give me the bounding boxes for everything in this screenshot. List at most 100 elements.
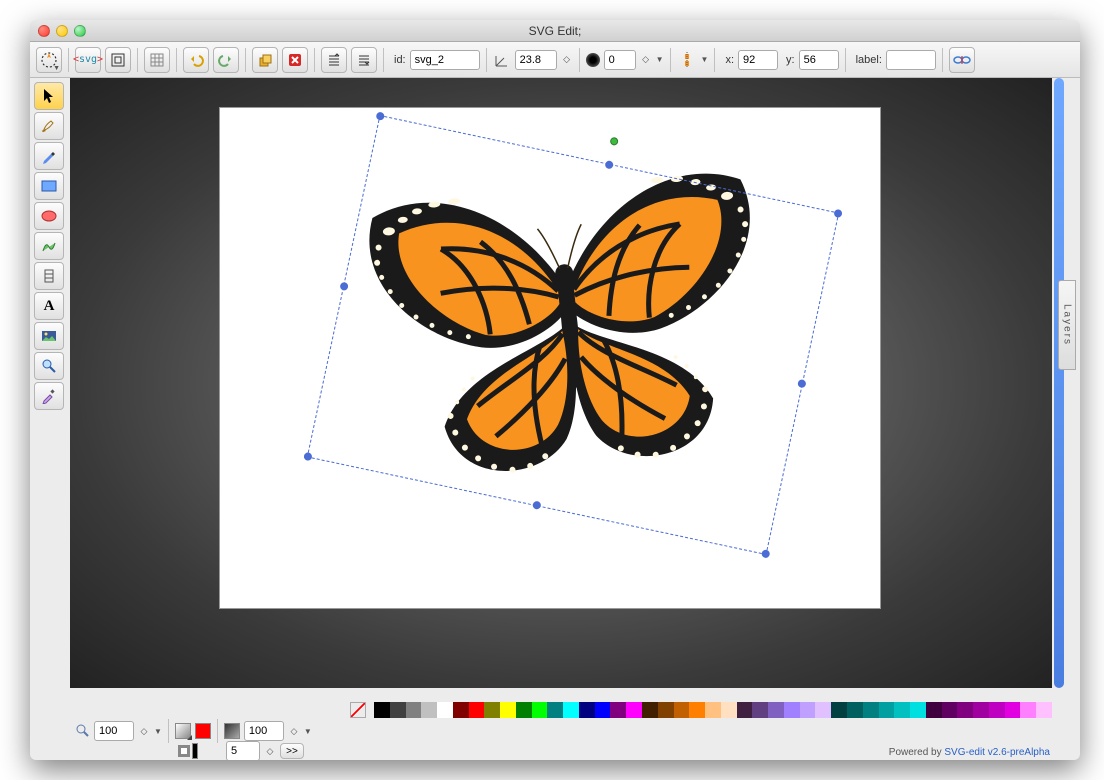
redo-button[interactable] (213, 47, 239, 73)
palette-swatch[interactable] (973, 702, 989, 718)
palette-swatch[interactable] (863, 702, 879, 718)
palette-swatch[interactable] (610, 702, 626, 718)
palette-swatch[interactable] (500, 702, 516, 718)
resize-handle-w[interactable] (339, 282, 348, 291)
layers-panel-toggle[interactable]: Layers (1058, 280, 1076, 370)
eyedropper-tool[interactable] (34, 382, 64, 410)
palette-swatch[interactable] (705, 702, 721, 718)
path-tool[interactable] (34, 232, 64, 260)
palette-swatch[interactable] (847, 702, 863, 718)
y-input[interactable] (799, 50, 839, 70)
stroke-gradient-icon[interactable] (224, 723, 240, 739)
palette-swatch[interactable] (989, 702, 1005, 718)
wireframe-button[interactable] (105, 47, 131, 73)
stroke-opacity-dropdown[interactable]: ▼ (304, 727, 312, 736)
palette-swatch[interactable] (421, 702, 437, 718)
close-window-button[interactable] (38, 25, 50, 37)
move-top-button[interactable] (321, 47, 347, 73)
grid-button[interactable] (144, 47, 170, 73)
resize-handle-sw[interactable] (303, 452, 312, 461)
palette-swatch[interactable] (800, 702, 816, 718)
palette-swatch[interactable] (831, 702, 847, 718)
palette-swatch[interactable] (879, 702, 895, 718)
palette-swatch[interactable] (689, 702, 705, 718)
angle-input[interactable] (515, 50, 557, 70)
text-tool[interactable]: A (34, 292, 64, 320)
minimize-window-button[interactable] (56, 25, 68, 37)
vertical-scrollbar[interactable] (1054, 78, 1064, 688)
palette-swatch[interactable] (595, 702, 611, 718)
palette-swatch[interactable] (437, 702, 453, 718)
stroke-black-swatch[interactable] (192, 743, 198, 759)
palette-swatch[interactable] (815, 702, 831, 718)
palette-swatch[interactable] (942, 702, 958, 718)
palette-swatch[interactable] (484, 702, 500, 718)
move-bottom-button[interactable] (351, 47, 377, 73)
main-menu-button[interactable]: ▼ (36, 47, 62, 73)
rect-tool[interactable] (34, 172, 64, 200)
footer-link[interactable]: SVG-edit v2.6-preAlpha (944, 747, 1050, 758)
palette-swatch[interactable] (768, 702, 784, 718)
palette-swatch[interactable] (453, 702, 469, 718)
palette-swatch[interactable] (374, 702, 390, 718)
palette-swatch[interactable] (784, 702, 800, 718)
resize-handle-n[interactable] (604, 160, 613, 169)
palette-swatch[interactable] (721, 702, 737, 718)
delete-button[interactable] (282, 47, 308, 73)
palette-swatch[interactable] (658, 702, 674, 718)
palette-swatch[interactable] (1020, 702, 1036, 718)
palette-swatch[interactable] (1036, 702, 1052, 718)
link-button[interactable] (949, 47, 975, 73)
palette-swatch[interactable] (642, 702, 658, 718)
zoom-tool[interactable] (34, 352, 64, 380)
resize-handle-nw[interactable] (376, 111, 385, 120)
palette-swatch[interactable] (390, 702, 406, 718)
image-tool[interactable] (34, 322, 64, 350)
stroke-width-input[interactable] (226, 741, 260, 760)
ellipse-tool[interactable] (34, 202, 64, 230)
blur-input[interactable] (604, 50, 636, 70)
angle-spinner[interactable]: ◇ (561, 54, 573, 65)
palette-swatch[interactable] (563, 702, 579, 718)
palette-swatch[interactable] (674, 702, 690, 718)
shapelib-tool[interactable] (34, 262, 64, 290)
palette-swatch[interactable] (910, 702, 926, 718)
palette-swatch[interactable] (752, 702, 768, 718)
palette-swatch[interactable] (406, 702, 422, 718)
blur-dropdown[interactable]: ▼ (656, 55, 664, 64)
stroke-dash-button[interactable]: >> (280, 743, 304, 759)
palette-swatch[interactable] (626, 702, 642, 718)
palette-swatch[interactable] (1005, 702, 1021, 718)
svg-canvas[interactable] (220, 108, 880, 608)
no-color-swatch[interactable] (350, 702, 366, 718)
stroke-opacity-spinner[interactable]: ◇ (288, 726, 300, 737)
label-input[interactable] (886, 50, 936, 70)
resize-handle-se[interactable] (761, 549, 770, 558)
palette-swatch[interactable] (957, 702, 973, 718)
palette-swatch[interactable] (737, 702, 753, 718)
palette-swatch[interactable] (532, 702, 548, 718)
select-tool[interactable] (34, 82, 64, 110)
align-dropdown[interactable]: ▼ (701, 55, 709, 64)
palette-swatch[interactable] (469, 702, 485, 718)
pencil-tool[interactable] (34, 112, 64, 140)
clone-button[interactable] (252, 47, 278, 73)
zoom-dropdown[interactable]: ▼ (154, 727, 162, 736)
pen-tool[interactable] (34, 142, 64, 170)
blur-spinner[interactable]: ◇ (640, 54, 652, 65)
id-input[interactable] (410, 50, 480, 70)
palette-swatch[interactable] (516, 702, 532, 718)
palette-swatch[interactable] (579, 702, 595, 718)
palette-swatch[interactable] (547, 702, 563, 718)
edit-source-button[interactable]: <svg> (75, 47, 101, 73)
zoom-input[interactable] (94, 721, 134, 741)
palette-swatch[interactable] (926, 702, 942, 718)
stroke-opacity-input[interactable] (244, 721, 284, 741)
fill-color-swatch[interactable] (195, 723, 211, 739)
workarea[interactable] (70, 78, 1052, 688)
resize-handle-ne[interactable] (833, 209, 842, 218)
stroke-width-spinner[interactable]: ◇ (264, 746, 276, 757)
undo-button[interactable] (183, 47, 209, 73)
zoom-spinner[interactable]: ◇ (138, 726, 150, 737)
x-input[interactable] (738, 50, 778, 70)
